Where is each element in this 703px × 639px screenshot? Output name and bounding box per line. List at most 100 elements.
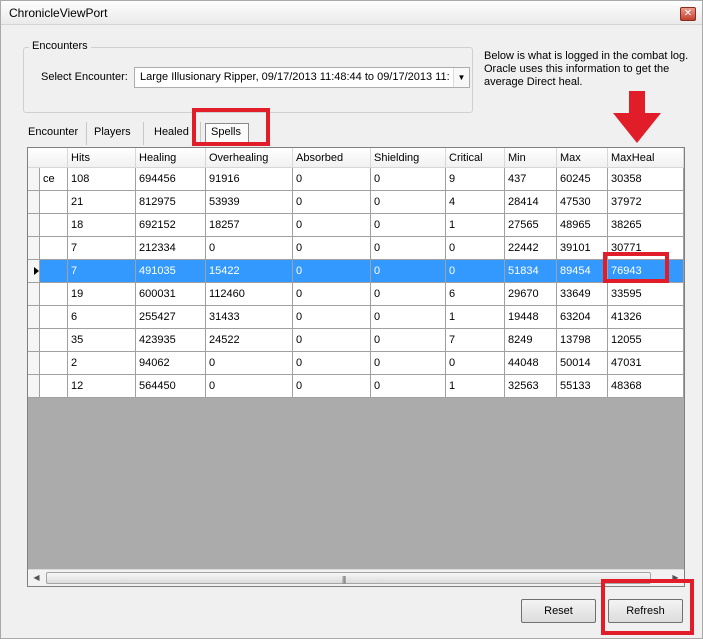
cell-absorbed[interactable]: 0 <box>293 214 371 236</box>
close-button[interactable]: ✕ <box>680 7 696 21</box>
cell-maxheal[interactable]: 12055 <box>608 329 684 351</box>
row-selector[interactable] <box>28 237 40 259</box>
cell-shielding[interactable]: 0 <box>371 214 446 236</box>
cell-max[interactable]: 50014 <box>557 352 608 374</box>
cell-maxheal[interactable]: 48368 <box>608 375 684 397</box>
row-selector[interactable] <box>28 260 40 282</box>
cell-shielding[interactable]: 0 <box>371 260 446 282</box>
cell-maxheal[interactable]: 33595 <box>608 283 684 305</box>
row-selector[interactable] <box>28 375 40 397</box>
row-selector[interactable] <box>28 214 40 236</box>
encounter-dropdown[interactable]: Large Illusionary Ripper, 09/17/2013 11:… <box>134 67 470 88</box>
cell-absorbed[interactable]: 0 <box>293 191 371 213</box>
cell-hits[interactable]: 2 <box>68 352 136 374</box>
cell-min[interactable]: 29670 <box>505 283 557 305</box>
cell-min[interactable]: 28414 <box>505 191 557 213</box>
cell-shielding[interactable]: 0 <box>371 283 446 305</box>
cell-name[interactable] <box>40 329 68 351</box>
cell-overhealing[interactable]: 18257 <box>206 214 293 236</box>
cell-overhealing[interactable]: 0 <box>206 237 293 259</box>
column-header-critical[interactable]: Critical <box>446 148 505 168</box>
cell-healing[interactable]: 812975 <box>136 191 206 213</box>
cell-min[interactable]: 19448 <box>505 306 557 328</box>
cell-overhealing[interactable]: 112460 <box>206 283 293 305</box>
cell-healing[interactable]: 600031 <box>136 283 206 305</box>
cell-critical[interactable]: 0 <box>446 237 505 259</box>
cell-maxheal[interactable]: 47031 <box>608 352 684 374</box>
cell-overhealing[interactable]: 15422 <box>206 260 293 282</box>
cell-name[interactable] <box>40 283 68 305</box>
cell-shielding[interactable]: 0 <box>371 352 446 374</box>
cell-shielding[interactable]: 0 <box>371 191 446 213</box>
column-header-healing[interactable]: Healing <box>136 148 206 168</box>
cell-absorbed[interactable]: 0 <box>293 375 371 397</box>
cell-max[interactable]: 63204 <box>557 306 608 328</box>
cell-min[interactable]: 8249 <box>505 329 557 351</box>
row-selector[interactable] <box>28 191 40 213</box>
cell-hits[interactable]: 7 <box>68 237 136 259</box>
row-selector[interactable] <box>28 329 40 351</box>
cell-critical[interactable]: 0 <box>446 352 505 374</box>
cell-absorbed[interactable]: 0 <box>293 329 371 351</box>
cell-name[interactable] <box>40 237 68 259</box>
cell-min[interactable]: 32563 <box>505 375 557 397</box>
column-header-rowselector[interactable] <box>28 148 68 168</box>
chevron-down-icon[interactable]: ▼ <box>453 68 469 87</box>
cell-critical[interactable]: 0 <box>446 260 505 282</box>
cell-min[interactable]: 44048 <box>505 352 557 374</box>
scrollbar-thumb[interactable]: ||| <box>46 572 651 584</box>
cell-critical[interactable]: 1 <box>446 306 505 328</box>
table-row[interactable]: 19 600031 112460 0 0 6 29670 33649 33595 <box>28 283 684 306</box>
cell-name[interactable] <box>40 191 68 213</box>
column-header-shielding[interactable]: Shielding <box>371 148 446 168</box>
row-selector[interactable] <box>28 168 40 190</box>
cell-max[interactable]: 33649 <box>557 283 608 305</box>
column-header-max[interactable]: Max <box>557 148 608 168</box>
cell-hits[interactable]: 7 <box>68 260 136 282</box>
cell-healing[interactable]: 255427 <box>136 306 206 328</box>
cell-hits[interactable]: 21 <box>68 191 136 213</box>
table-row[interactable]: ce 108 694456 91916 0 0 9 437 60245 30358 <box>28 168 684 191</box>
cell-min[interactable]: 51834 <box>505 260 557 282</box>
column-header-hits[interactable]: Hits <box>68 148 136 168</box>
cell-critical[interactable]: 1 <box>446 375 505 397</box>
cell-overhealing[interactable]: 91916 <box>206 168 293 190</box>
column-header-absorbed[interactable]: Absorbed <box>293 148 371 168</box>
cell-shielding[interactable]: 0 <box>371 237 446 259</box>
cell-absorbed[interactable]: 0 <box>293 306 371 328</box>
scroll-left-icon[interactable]: ◀ <box>28 570 45 586</box>
cell-max[interactable]: 13798 <box>557 329 608 351</box>
table-row[interactable]: 7 491035 15422 0 0 0 51834 89454 76943 <box>28 260 684 283</box>
cell-shielding[interactable]: 0 <box>371 329 446 351</box>
cell-overhealing[interactable]: 24522 <box>206 329 293 351</box>
row-selector[interactable] <box>28 306 40 328</box>
cell-hits[interactable]: 18 <box>68 214 136 236</box>
cell-absorbed[interactable]: 0 <box>293 168 371 190</box>
cell-maxheal[interactable]: 41326 <box>608 306 684 328</box>
cell-overhealing[interactable]: 0 <box>206 375 293 397</box>
cell-critical[interactable]: 1 <box>446 214 505 236</box>
cell-overhealing[interactable]: 0 <box>206 352 293 374</box>
cell-absorbed[interactable]: 0 <box>293 283 371 305</box>
table-row[interactable]: 21 812975 53939 0 0 4 28414 47530 37972 <box>28 191 684 214</box>
table-row[interactable]: 7 212334 0 0 0 0 22442 39101 30771 <box>28 237 684 260</box>
column-header-overhealing[interactable]: Overhealing <box>206 148 293 168</box>
cell-absorbed[interactable]: 0 <box>293 352 371 374</box>
cell-healing[interactable]: 94062 <box>136 352 206 374</box>
cell-max[interactable]: 89454 <box>557 260 608 282</box>
cell-critical[interactable]: 7 <box>446 329 505 351</box>
cell-healing[interactable]: 694456 <box>136 168 206 190</box>
row-selector[interactable] <box>28 283 40 305</box>
cell-critical[interactable]: 9 <box>446 168 505 190</box>
cell-hits[interactable]: 35 <box>68 329 136 351</box>
cell-hits[interactable]: 6 <box>68 306 136 328</box>
reset-button[interactable]: Reset <box>521 599 596 623</box>
cell-min[interactable]: 27565 <box>505 214 557 236</box>
cell-absorbed[interactable]: 0 <box>293 237 371 259</box>
cell-hits[interactable]: 19 <box>68 283 136 305</box>
cell-healing[interactable]: 423935 <box>136 329 206 351</box>
tab-encounter[interactable]: Encounter <box>23 122 87 145</box>
cell-healing[interactable]: 212334 <box>136 237 206 259</box>
spells-grid[interactable]: Hits Healing Overhealing Absorbed Shielding C… <box>27 147 685 587</box>
cell-min[interactable]: 22442 <box>505 237 557 259</box>
